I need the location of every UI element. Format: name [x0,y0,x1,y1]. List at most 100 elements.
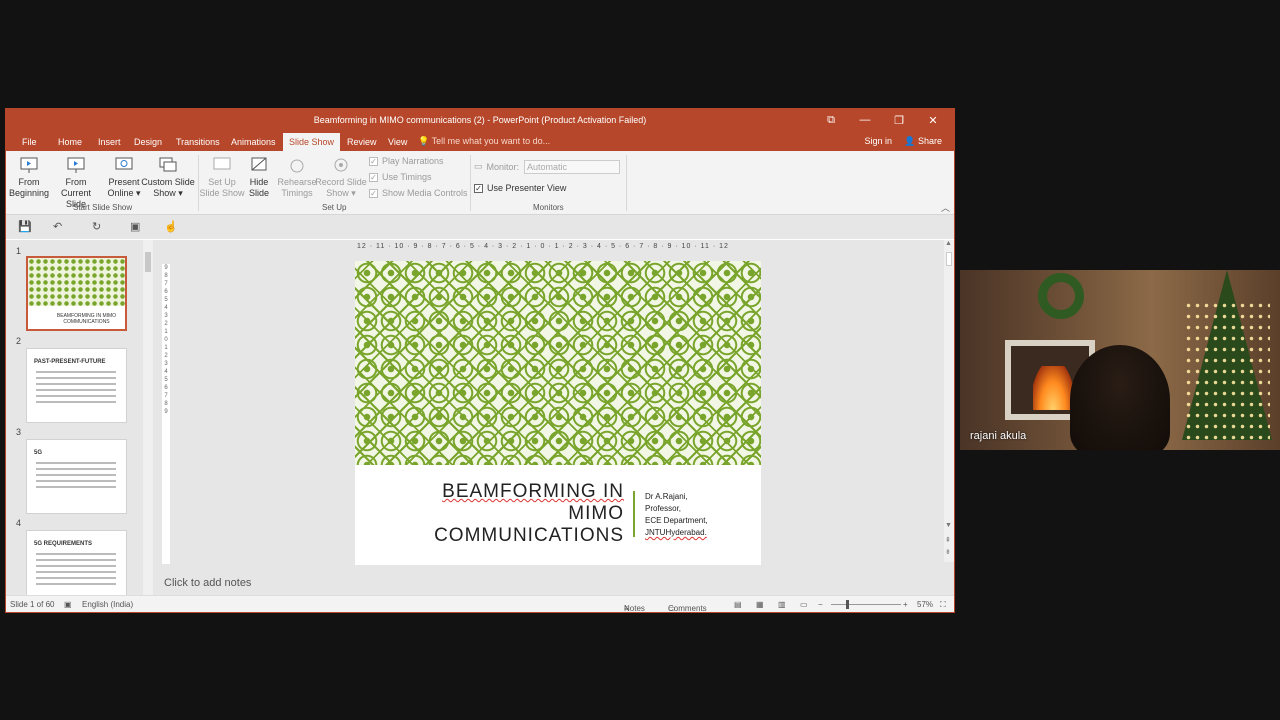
notes-pane[interactable]: Click to add notes [156,573,954,597]
tab-transitions[interactable]: Transitions [170,135,226,151]
thumb-title: PAST-PRESENT-FUTURE [34,359,106,365]
close-button[interactable]: ✕ [916,109,950,131]
custom-show-label-2: Show ▾ [153,188,183,198]
monitor-label: ▭ Monitor: [474,161,519,172]
hide-slide-button[interactable]: Hide Slide [246,155,272,199]
scroll-down-icon[interactable]: ▼ [945,522,952,529]
zoom-in-icon[interactable]: + [903,600,908,609]
thumb-text-lines [36,553,116,589]
zoom-out-icon[interactable]: − [818,600,823,609]
tab-review[interactable]: Review [341,135,383,151]
custom-show-label-1: Custom Slide [141,177,195,187]
next-slide-icon[interactable]: ⇟ [945,548,951,556]
scrollbar-thumb[interactable] [145,252,151,272]
tab-home[interactable]: Home [52,135,88,151]
window-title: Beamforming in MIMO communications (2) -… [313,115,647,125]
collapse-ribbon-icon[interactable]: ︿ [941,201,950,214]
use-timings-checkbox[interactable]: ✓ Use Timings [369,172,432,182]
slide-thumbnail-3[interactable]: 5G [26,439,127,514]
tab-file[interactable]: File [16,135,43,151]
previous-slide-icon[interactable]: ⇞ [945,536,951,544]
show-media-controls-checkbox[interactable]: ✓ Show Media Controls [369,188,468,198]
custom-slide-show-button[interactable]: Custom Slide Show ▾ [140,155,196,199]
thumb-number: 4 [16,518,22,528]
hide-slide-label-1: Hide [249,177,269,187]
start-from-beginning-icon[interactable]: ▣ [130,220,140,233]
slide-thumbnail-1[interactable]: BEAMFORMING IN MIMO COMMUNICATIONS [26,256,127,331]
zoom-level[interactable]: 57% [917,600,933,609]
share-button[interactable]: 👤 Share [904,136,942,147]
slide-title[interactable]: BEAMFORMING IN MIMO COMMUNICATIONS [434,481,624,547]
record-slide-show-button[interactable]: Record Slide Show ▾ [315,155,367,199]
slide-title-line3: COMMUNICATIONS [434,525,624,546]
set-up-slide-show-button[interactable]: Set Up Slide Show [199,155,245,199]
stopwatch-icon [290,159,304,173]
wreath-background [1038,273,1084,319]
workspace: 1 BEAMFORMING IN MIMO COMMUNICATIONS 2 P… [6,240,954,605]
tab-view[interactable]: View [382,135,413,151]
record-label-2: Show ▾ [326,188,356,198]
present-online-icon [115,157,133,170]
slide-thumbnail-2[interactable]: PAST-PRESENT-FUTURE [26,348,127,423]
from-beginning-button[interactable]: From Beginning [9,155,49,199]
slide-divider-line [633,491,635,537]
tab-insert[interactable]: Insert [92,135,127,151]
touch-mode-icon[interactable]: ☝ [164,220,178,233]
set-up-group-label: Set Up [322,203,347,212]
participant-name: rajani akula [970,430,1027,442]
participant-silhouette [1070,345,1170,450]
restore-button[interactable]: ❐ [882,109,916,131]
zoom-slider[interactable] [831,604,901,605]
present-online-label-2: Online ▾ [107,188,141,198]
powerpoint-window: Beamforming in MIMO communications (2) -… [5,108,955,613]
tab-animations[interactable]: Animations [225,135,282,151]
from-current-slide-button[interactable]: From Current Slide [50,155,102,210]
minimize-button[interactable]: — [848,109,882,131]
tell-me-text: Tell me what you want to do... [431,136,551,146]
sign-in-link[interactable]: Sign in [864,136,892,146]
slide-canvas[interactable]: BEAMFORMING IN MIMO COMMUNICATIONS Dr A.… [355,261,761,565]
scrollbar-thumb[interactable] [946,252,952,266]
scroll-up-icon[interactable]: ▲ [945,240,952,247]
slide-sorter-icon[interactable]: ▦ [756,600,764,609]
slideshow-start-icon [20,157,38,173]
ribbon-separator [626,155,627,211]
save-icon[interactable]: 💾 [18,220,32,233]
use-presenter-view-checkbox[interactable]: ✓ Use Presenter View [474,183,566,193]
slide-pattern-image [355,261,761,465]
slide-thumbnail-4[interactable]: 5G REQUIREMENTS [26,530,127,605]
hide-slide-icon [251,157,267,171]
language-status[interactable]: English (India) [82,600,133,609]
monitor-select[interactable]: Automatic [524,160,620,174]
present-online-button[interactable]: Present Online ▾ [106,155,142,199]
slideshow-view-icon[interactable]: ▭ [800,600,808,609]
spellcheck-icon[interactable]: ▣ [64,600,72,609]
tell-me-search[interactable]: 💡 Tell me what you want to do... [418,136,550,147]
rehearse-label-2: Timings [281,188,313,198]
tab-design[interactable]: Design [128,135,168,151]
zoom-slider-knob[interactable] [846,600,849,609]
slide-subtitle[interactable]: Dr A.Rajani, Professor, ECE Department, … [645,491,708,539]
slide-scrollbar[interactable]: ▲ ▼ ⇞ ⇟ [944,240,954,562]
normal-view-icon[interactable]: ▤ [734,600,742,609]
slideshow-current-icon [67,157,85,173]
ribbon-display-options-icon[interactable]: ⧉ [814,109,848,131]
fit-to-window-icon[interactable]: ⛶ [940,600,946,610]
undo-icon[interactable]: ↶ [53,220,62,233]
reading-view-icon[interactable]: ▥ [778,600,786,609]
ribbon-tabs: File Home Insert Design Transitions Anim… [6,131,954,151]
thumb-title: 5G REQUIREMENTS [34,541,93,547]
comments-label: Comments [668,604,707,613]
play-narrations-checkbox[interactable]: ✓ Play Narrations [369,156,444,166]
presenter-view-label: Use Presenter View [487,183,567,193]
hide-slide-label-2: Slide [248,188,269,198]
lightbulb-icon: 💡 [418,136,430,146]
thumbnails-scrollbar[interactable] [143,240,153,597]
redo-icon[interactable]: ↻ [92,220,101,233]
rehearse-timings-button[interactable]: Rehearse Timings [277,155,317,199]
slide-count: Slide 1 of 60 [10,600,55,609]
tab-slide-show[interactable]: Slide Show [283,133,341,151]
custom-show-icon [159,157,177,172]
tree-lights [1184,300,1270,440]
thumb-text-lines [36,462,116,492]
